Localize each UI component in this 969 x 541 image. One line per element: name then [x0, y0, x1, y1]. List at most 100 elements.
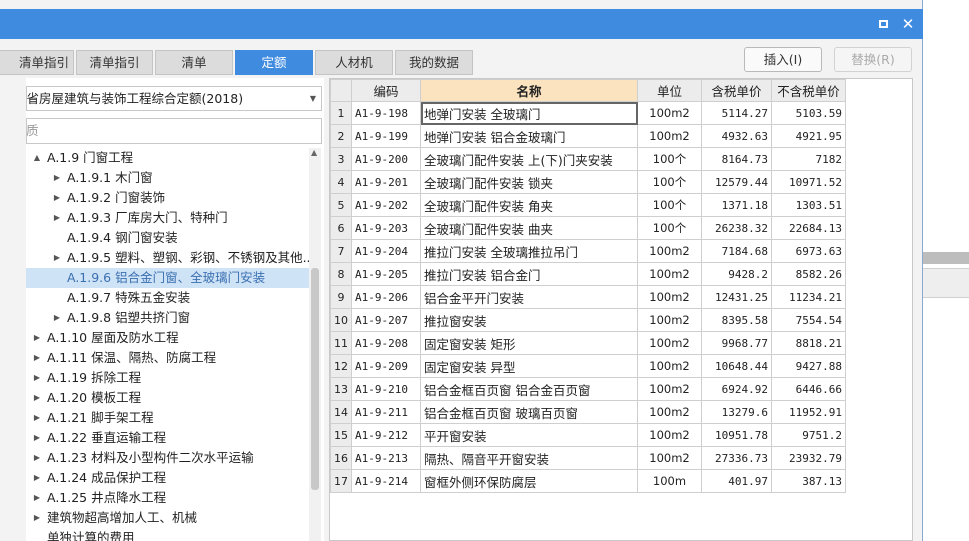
tree-item[interactable]: ▶ A.1.24 成品保护工程 — [26, 468, 309, 488]
cell-unit[interactable]: 100m2 — [637, 377, 702, 401]
cell-code[interactable]: A1-9-199 — [351, 124, 421, 148]
table-row[interactable]: 2 A1-9-199 地弹门安装 铝合金玻璃门 100m2 4932.63 4921.95 — [330, 124, 846, 148]
cell-unit[interactable]: 100m2 — [637, 285, 702, 309]
cell-price-notax[interactable]: 387.13 — [771, 469, 846, 493]
scroll-up-icon[interactable]: ▲ — [311, 148, 317, 157]
table-row[interactable]: 4 A1-9-201 全玻璃门配件安装 锁夹 100个 12579.44 10971.52 — [330, 170, 846, 194]
expand-icon[interactable]: ▶ — [32, 508, 42, 528]
cell-price-notax[interactable]: 22684.13 — [771, 216, 846, 240]
cell-name[interactable]: 全玻璃门配件安装 上(下)门夹安装 — [420, 147, 638, 171]
cell-unit[interactable]: 100m2 — [637, 423, 702, 447]
tree-item[interactable]: ▶ A.1.23 材料及小型构件二次水平运输 — [26, 448, 309, 468]
tree-item[interactable]: A.1.9.4 钢门窗安装 — [26, 228, 309, 248]
insert-button[interactable]: 插入(I) — [744, 47, 822, 72]
expand-icon[interactable]: ▶ — [52, 168, 62, 188]
cell-price-tax[interactable]: 6924.92 — [701, 377, 772, 401]
cell-unit[interactable]: 100个 — [637, 193, 702, 217]
cell-code[interactable]: A1-9-213 — [351, 446, 421, 470]
tab-quota[interactable]: 定额 — [235, 50, 313, 75]
cell-code[interactable]: A1-9-203 — [351, 216, 421, 240]
tree-item[interactable]: ▶ A.1.25 井点降水工程 — [26, 488, 309, 508]
tree-item[interactable]: ▶ A.1.9.5 塑料、塑钢、彩钢、不锈钢及其他... — [26, 248, 309, 268]
table-row[interactable]: 15 A1-9-212 平开窗安装 100m2 10951.78 9751.2 — [330, 423, 846, 447]
column-header-price-notax[interactable]: 不含税单价 — [771, 79, 846, 102]
expand-icon[interactable]: ▶ — [32, 348, 42, 368]
cell-name[interactable]: 全玻璃门配件安装 曲夹 — [420, 216, 638, 240]
tree-item[interactable]: ▶ A.1.21 脚手架工程 — [26, 408, 309, 428]
tree-item[interactable]: ▶ A.1.10 屋面及防水工程 — [26, 328, 309, 348]
expand-icon[interactable]: ▶ — [32, 448, 42, 468]
cell-unit[interactable]: 100m2 — [637, 124, 702, 148]
cell-unit[interactable]: 100m2 — [637, 308, 702, 332]
cell-name[interactable]: 铝合金框百页窗 玻璃百页窗 — [420, 400, 638, 424]
cell-price-notax[interactable]: 5103.59 — [771, 101, 846, 125]
cell-name[interactable]: 平开窗安装 — [420, 423, 638, 447]
cell-unit[interactable]: 100m — [637, 469, 702, 493]
table-row[interactable]: 16 A1-9-213 隔热、隔音平开窗安装 100m2 27336.73 23932.7… — [330, 446, 846, 470]
tree-item[interactable]: ▶ A.1.11 保温、隔热、防腐工程 — [26, 348, 309, 368]
column-header-code[interactable]: 编码 — [351, 79, 421, 102]
cell-price-notax[interactable]: 7554.54 — [771, 308, 846, 332]
row-index[interactable]: 1 — [330, 101, 352, 125]
collapse-icon[interactable]: ▲ — [32, 148, 42, 168]
cell-price-tax[interactable]: 8164.73 — [701, 147, 772, 171]
cell-price-notax[interactable]: 1303.51 — [771, 193, 846, 217]
expand-icon[interactable]: ▶ — [32, 388, 42, 408]
search-input[interactable]: 玻璃百叶窗轻质 — [26, 118, 322, 144]
tab-my-data[interactable]: 我的数据 — [395, 50, 473, 75]
cell-price-tax[interactable]: 12431.25 — [701, 285, 772, 309]
row-index[interactable]: 12 — [330, 354, 352, 378]
cell-name[interactable]: 铝合金框百页窗 铝合金百页窗 — [420, 377, 638, 401]
cell-price-notax[interactable]: 23932.79 — [771, 446, 846, 470]
tree-scrollbar[interactable]: ▲ — [309, 148, 321, 541]
cell-price-tax[interactable]: 7184.68 — [701, 239, 772, 263]
cell-code[interactable]: A1-9-209 — [351, 354, 421, 378]
cell-name[interactable]: 地弹门安装 铝合金玻璃门 — [420, 124, 638, 148]
expand-icon[interactable]: ▶ — [52, 248, 62, 268]
cell-price-notax[interactable]: 6973.63 — [771, 239, 846, 263]
cell-code[interactable]: A1-9-198 — [351, 101, 421, 125]
table-row[interactable]: 1 A1-9-198 地弹门安装 全玻璃门 100m2 5114.27 5103.59 — [330, 101, 846, 125]
cell-price-tax[interactable]: 27336.73 — [701, 446, 772, 470]
table-row[interactable]: 3 A1-9-200 全玻璃门配件安装 上(下)门夹安装 100个 8164.73 718… — [330, 147, 846, 171]
expand-icon[interactable]: ▶ — [32, 328, 42, 348]
table-row[interactable]: 9 A1-9-206 铝合金平开门安装 100m2 12431.25 11234.21 — [330, 285, 846, 309]
tree-item[interactable]: A.1.9.7 特殊五金安装 — [26, 288, 309, 308]
cell-name[interactable]: 固定窗安装 矩形 — [420, 331, 638, 355]
table-row[interactable]: 10 A1-9-207 推拉窗安装 100m2 8395.58 7554.54 — [330, 308, 846, 332]
cell-unit[interactable]: 100个 — [637, 216, 702, 240]
cell-unit[interactable]: 100m2 — [637, 101, 702, 125]
close-icon[interactable]: ✕ — [899, 15, 917, 33]
tree-item[interactable]: ▶ A.1.9.1 木门窗 — [26, 168, 309, 188]
cell-unit[interactable]: 100m2 — [637, 262, 702, 286]
cell-price-tax[interactable]: 8395.58 — [701, 308, 772, 332]
tree-item[interactable]: ▲ A.1.9 门窗工程 — [26, 148, 309, 168]
cell-name[interactable]: 窗框外侧环保防腐层 — [420, 469, 638, 493]
tree-item[interactable]: 单独计算的费用 — [26, 528, 309, 541]
maximize-icon[interactable] — [874, 15, 892, 33]
chevron-down-icon[interactable]: ▼ — [310, 87, 316, 110]
cell-name[interactable]: 全玻璃门配件安装 角夹 — [420, 193, 638, 217]
tab-bill[interactable]: 清单 — [155, 50, 233, 75]
cell-code[interactable]: A1-9-200 — [351, 147, 421, 171]
cell-code[interactable]: A1-9-204 — [351, 239, 421, 263]
cell-price-notax[interactable]: 11234.21 — [771, 285, 846, 309]
replace-button[interactable]: 替换(R) — [834, 47, 912, 72]
expand-icon[interactable]: ▶ — [52, 188, 62, 208]
tree-item[interactable]: A.1.9.6 铝合金门窗、全玻璃门安装 — [26, 268, 309, 288]
tree-item[interactable]: ▶ A.1.19 拆除工程 — [26, 368, 309, 388]
cell-unit[interactable]: 100个 — [637, 147, 702, 171]
table-row[interactable]: 11 A1-9-208 固定窗安装 矩形 100m2 9968.77 8818.21 — [330, 331, 846, 355]
tree-item[interactable]: ▶ A.1.9.2 门窗装饰 — [26, 188, 309, 208]
tree-item[interactable]: ▶ A.1.9.3 厂库房大门、特种门 — [26, 208, 309, 228]
row-index[interactable]: 11 — [330, 331, 352, 355]
cell-unit[interactable]: 100个 — [637, 170, 702, 194]
cell-price-tax[interactable]: 4932.63 — [701, 124, 772, 148]
cell-code[interactable]: A1-9-201 — [351, 170, 421, 194]
tree-item[interactable]: ▶ A.1.9.8 铝塑共挤门窗 — [26, 308, 309, 328]
row-index[interactable]: 15 — [330, 423, 352, 447]
cell-name[interactable]: 隔热、隔音平开窗安装 — [420, 446, 638, 470]
cell-name[interactable]: 固定窗安装 异型 — [420, 354, 638, 378]
tree-item[interactable]: ▶ A.1.20 模板工程 — [26, 388, 309, 408]
cell-code[interactable]: A1-9-207 — [351, 308, 421, 332]
